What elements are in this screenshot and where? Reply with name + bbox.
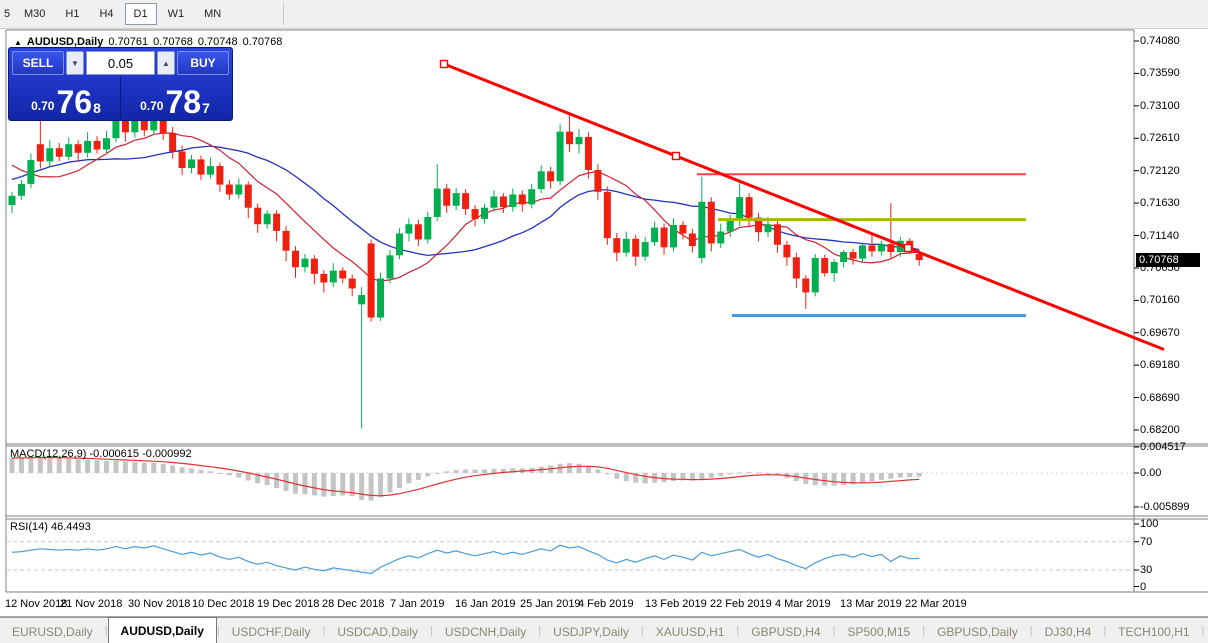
trading-platform: 5 M30 H1 H4 D1 W1 MN ▲ AUDUSD,Daily 0.70761 0.…: [0, 0, 1208, 643]
price-tick-label: 0.69180: [1140, 359, 1180, 372]
chart-tab-usdjpy[interactable]: USDJPY,Daily: [541, 619, 641, 643]
chart-tab-eurusd[interactable]: EURUSD,Daily: [0, 619, 105, 643]
buy-price-quote[interactable]: 0.70 78 7: [121, 77, 229, 119]
chart-tab-usdchf[interactable]: USDCHF,Daily: [220, 619, 323, 643]
volume-decrease-icon[interactable]: ▼: [66, 51, 84, 75]
chart-tab-usdcad[interactable]: USDCAD,Daily: [325, 619, 430, 643]
chart-tab-ui[interactable]: UI: [1204, 619, 1208, 643]
timeframe-toolbar: 5 M30 H1 H4 D1 W1 MN: [0, 0, 1208, 29]
timeframe-button-m30[interactable]: M30: [15, 3, 54, 25]
price-tick-label: 0.72610: [1140, 132, 1180, 145]
price-tick-label: 0.69670: [1140, 326, 1180, 339]
chart-tab-tech100[interactable]: TECH100,H1: [1106, 619, 1201, 643]
timeframe-button-5[interactable]: 5: [1, 3, 13, 25]
ohlc-close: 0.70768: [242, 36, 283, 48]
trendline-handle[interactable]: [903, 243, 913, 253]
one-click-trading-panel: SELL ▼ 0.05 ▲ BUY 0.70 76 8 0.70 78 7: [8, 47, 233, 121]
rsi-tick-label: 30: [1140, 564, 1153, 576]
chart-tab-audusd[interactable]: AUDUSD,Daily: [107, 617, 217, 643]
date-axis-label: 13 Mar 2019: [840, 598, 902, 610]
date-axis-label: 7 Jan 2019: [390, 598, 445, 610]
date-axis-label: 30 Nov 2018: [128, 598, 191, 610]
sell-price-sup: 8: [93, 100, 101, 116]
date-axis-label: 12 Nov 2018: [5, 598, 68, 610]
macd-tick-label: 0.004517: [1140, 441, 1186, 453]
rsi-indicator-label: RSI(14) 46.4493: [10, 521, 91, 533]
price-tick-label: 0.68690: [1140, 391, 1180, 404]
date-axis-label: 28 Dec 2018: [322, 598, 385, 610]
timeframe-button-d1[interactable]: D1: [124, 3, 157, 25]
trendline-handle[interactable]: [439, 59, 449, 69]
sell-price-big: 76: [56, 84, 93, 120]
macd-tick-label: 0.00: [1140, 467, 1162, 479]
price-tick-label: 0.71140: [1140, 229, 1179, 242]
volume-increase-icon[interactable]: ▲: [157, 51, 175, 75]
buy-button[interactable]: BUY: [177, 51, 229, 75]
candlestick-series: [8, 108, 923, 429]
date-axis-label: 4 Mar 2019: [775, 598, 831, 610]
date-axis-label: 4 Feb 2019: [578, 598, 634, 610]
price-tick-label: 0.73100: [1140, 99, 1180, 112]
timeframe-button-w1[interactable]: W1: [159, 3, 194, 25]
date-axis-label: 25 Jan 2019: [520, 598, 581, 610]
date-axis-label: 13 Feb 2019: [645, 598, 707, 610]
timeframe-button-h1[interactable]: H1: [56, 3, 88, 25]
date-axis-label: 10 Dec 2018: [192, 598, 255, 610]
volume-input[interactable]: 0.05: [86, 51, 155, 75]
date-axis-label: 22 Feb 2019: [710, 598, 772, 610]
chart-tab-gbpusd[interactable]: GBPUSD,H4: [739, 619, 832, 643]
date-axis-label: 22 Mar 2019: [905, 598, 967, 610]
chart-tab-gbpusd[interactable]: GBPUSD,Daily: [925, 619, 1030, 643]
descending-trendline[interactable]: [443, 62, 1165, 351]
rsi-line: [11, 544, 920, 575]
price-tick-label: 0.72120: [1140, 164, 1180, 177]
one-click-collapse-icon[interactable]: ▲: [14, 38, 22, 47]
chart-tab-dj30[interactable]: DJ30,H4: [1033, 619, 1104, 643]
rsi-tick-label: 70: [1140, 535, 1153, 548]
chart-tabs-bar: EURUSD,Daily | AUDUSD,Daily | USDCHF,Daily | U…: [0, 617, 1208, 643]
rsi-tick-label: 100: [1140, 518, 1159, 530]
price-tick-label: 0.70160: [1140, 294, 1180, 307]
sell-price-quote[interactable]: 0.70 76 8: [12, 77, 121, 119]
buy-price-small: 0.70: [140, 99, 164, 113]
chart-tab-xauusd[interactable]: XAUUSD,H1: [644, 619, 737, 643]
timeframe-button-mn[interactable]: MN: [195, 3, 230, 25]
date-axis-label: 21 Nov 2018: [60, 598, 123, 610]
timeframe-button-h4[interactable]: H4: [90, 3, 122, 25]
macd-indicator-label: MACD(12,26,9) -0.000615 -0.000992: [10, 448, 192, 460]
price-tick-label: 0.73590: [1140, 67, 1180, 80]
buy-price-big: 78: [165, 84, 202, 120]
chart-tab-usdcnh[interactable]: USDCNH,Daily: [433, 619, 538, 643]
current-price-badge: 0.70768: [1136, 253, 1200, 268]
toolbar-separator: [283, 3, 285, 25]
date-axis: 12 Nov 2018 21 Nov 2018 30 Nov 2018 10 Dec …: [0, 594, 1208, 616]
price-tick-label: 0.74080: [1140, 35, 1180, 47]
chart-tab-sp500[interactable]: SP500,M15: [836, 619, 923, 643]
trendline-handle[interactable]: [671, 151, 681, 161]
chart-window: ▲ AUDUSD,Daily 0.70761 0.70768 0.70748 0…: [0, 29, 1208, 643]
price-tick-label: 0.71630: [1140, 197, 1180, 210]
macd-tick-label: -0.005899: [1140, 500, 1190, 513]
price-tick-label: 0.68200: [1140, 424, 1180, 436]
sell-button[interactable]: SELL: [12, 51, 64, 75]
rsi-tick-label: 0: [1140, 580, 1147, 593]
sell-price-small: 0.70: [31, 99, 55, 113]
macd-panel: [9, 456, 922, 501]
date-axis-label: 16 Jan 2019: [455, 598, 516, 610]
buy-price-sup: 7: [202, 100, 210, 116]
date-axis-label: 19 Dec 2018: [257, 598, 320, 610]
